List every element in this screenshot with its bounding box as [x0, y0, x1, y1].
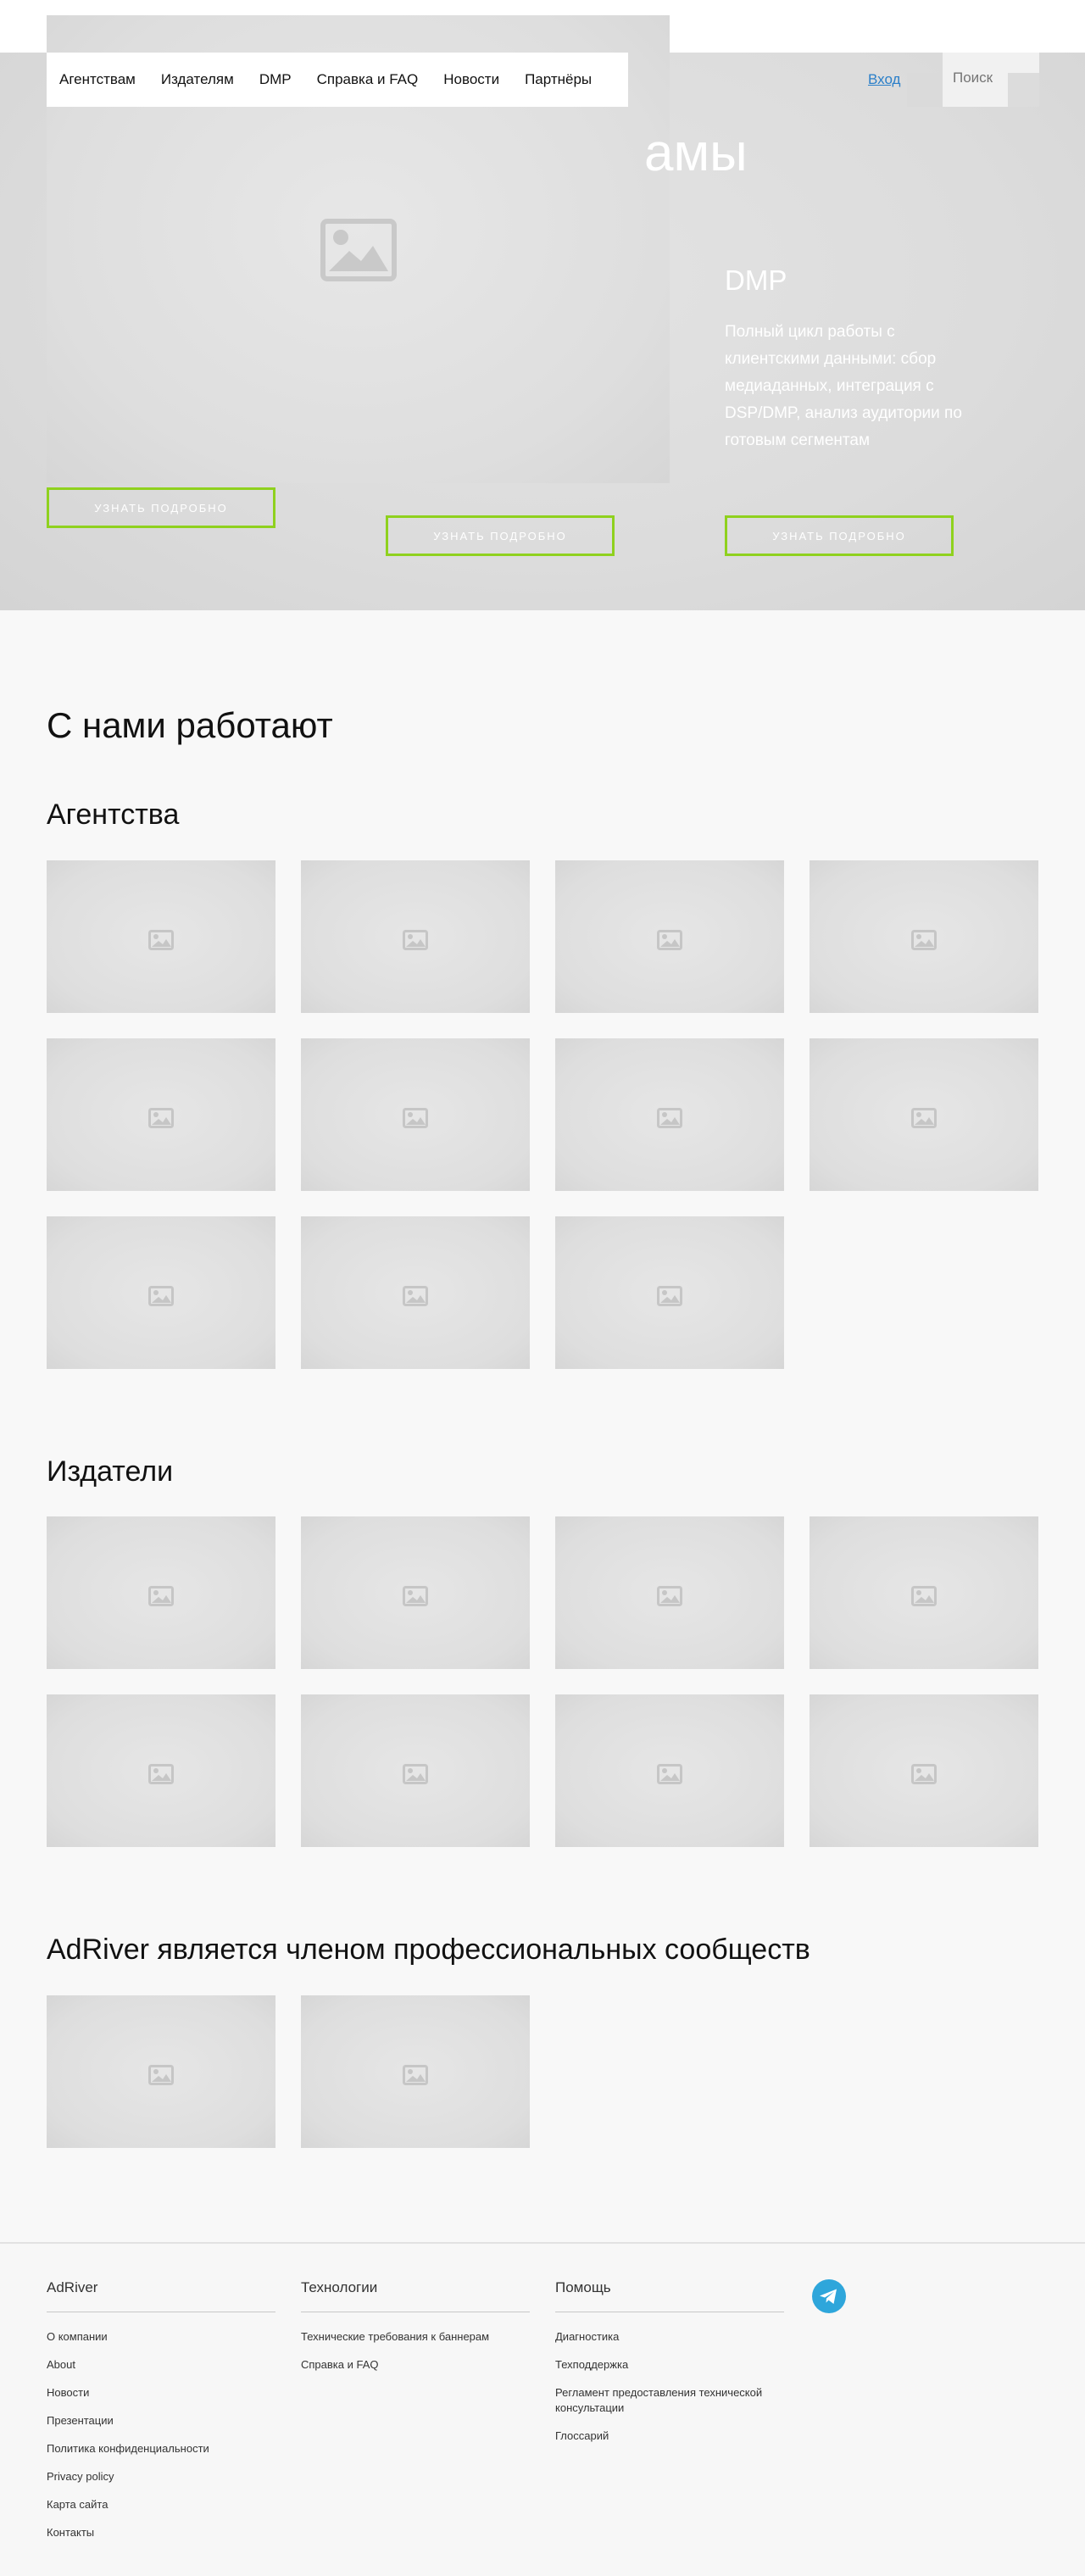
partner-logo-card[interactable] [301, 1216, 530, 1369]
partner-logo-card[interactable] [301, 1694, 530, 1847]
footer-link[interactable]: Глоссарий [555, 2429, 784, 2444]
partner-logo-card[interactable] [47, 1038, 275, 1191]
image-placeholder-icon [403, 1764, 428, 1784]
publishers-grid [47, 1516, 1038, 1847]
footer-link[interactable]: Новости [47, 2385, 275, 2401]
nav-item-partners[interactable]: Партнёры [525, 71, 592, 88]
footer-link[interactable]: Политика конфиденциальности [47, 2441, 275, 2456]
partner-logo-card[interactable] [301, 1995, 530, 2148]
nav-item-help-faq[interactable]: Справка и FAQ [317, 71, 419, 88]
footer-column-adriver: AdRiver О компании About Новости Презентаци… [47, 2279, 275, 2553]
image-placeholder-icon [911, 1108, 937, 1128]
footer-link[interactable]: Диагностика [555, 2329, 784, 2345]
dmp-description: Полный цикл работы с клиентскими данными… [725, 323, 962, 449]
footer-column-title: AdRiver [47, 2279, 275, 2312]
nav-item-agencies[interactable]: Агентствам [59, 71, 136, 88]
partner-logo-card[interactable] [47, 1516, 275, 1669]
partner-logo-card[interactable] [301, 1516, 530, 1669]
partner-logo-card[interactable] [301, 860, 530, 1013]
image-placeholder-icon [148, 2065, 174, 2085]
footer-link[interactable]: About [47, 2357, 275, 2373]
image-placeholder-icon [148, 930, 174, 950]
partner-logo-card[interactable] [47, 860, 275, 1013]
main-nav: Агентствам Издателям DMP Справка и FAQ Н… [47, 53, 628, 107]
footer-link[interactable]: Справка и FAQ [301, 2357, 530, 2373]
dmp-title: DMP [725, 264, 787, 296]
partner-logo-card[interactable] [810, 1694, 1038, 1847]
partner-logo-card[interactable] [47, 1216, 275, 1369]
partner-logo-card[interactable] [47, 1694, 275, 1847]
footer-link[interactable]: Карта сайта [47, 2497, 275, 2512]
nav-item-news[interactable]: Новости [443, 71, 499, 88]
image-placeholder-icon [403, 2065, 428, 2085]
image-placeholder-icon [403, 1586, 428, 1606]
footer-column-technologies: Технологии Технические требования к банн… [301, 2279, 530, 2385]
telegram-icon[interactable] [812, 2279, 846, 2313]
footer-link[interactable]: О компании [47, 2329, 275, 2345]
image-placeholder-icon [148, 1764, 174, 1784]
learn-more-button-1[interactable]: Узнать подробно [47, 487, 275, 528]
communities-grid [47, 1995, 1038, 2148]
partner-logo-card[interactable] [555, 860, 784, 1013]
footer-column-help: Помощь Диагностика Техподдержка Регламент … [555, 2279, 784, 2456]
footer-link[interactable]: Privacy policy [47, 2469, 275, 2484]
image-placeholder-icon [403, 1108, 428, 1128]
partner-logo-card[interactable] [555, 1216, 784, 1369]
footer-links: Технические требования к баннерам Справка… [301, 2329, 530, 2373]
partner-logo-card[interactable] [810, 1038, 1038, 1191]
partner-logo-card[interactable] [47, 1995, 275, 2148]
footer-links: О компании About Новости Презентации Политик… [47, 2329, 275, 2540]
image-placeholder-icon [657, 1286, 682, 1306]
image-placeholder-icon [148, 1586, 174, 1606]
image-placeholder-icon [657, 1586, 682, 1606]
agencies-grid [47, 860, 1038, 1369]
publishers-title: Издатели [47, 1455, 174, 1488]
image-placeholder-icon [320, 219, 397, 281]
image-placeholder-icon [403, 930, 428, 950]
image-placeholder-icon [911, 930, 937, 950]
footer-link[interactable]: Контакты [47, 2525, 275, 2540]
partner-logo-card[interactable] [301, 1038, 530, 1191]
partner-logo-card[interactable] [810, 860, 1038, 1013]
image-placeholder-icon [148, 1286, 174, 1306]
image-placeholder-icon [657, 930, 682, 950]
nav-item-publishers[interactable]: Издателям [161, 71, 234, 88]
nav-item-dmp[interactable]: DMP [259, 71, 292, 88]
login-link[interactable]: Вход [868, 71, 900, 88]
partners-title: С нами работают [47, 705, 333, 745]
footer-column-title: Помощь [555, 2279, 784, 2312]
partner-logo-card[interactable] [555, 1694, 784, 1847]
footer-link[interactable]: Техподдержка [555, 2357, 784, 2373]
partner-logo-card[interactable] [555, 1516, 784, 1669]
partner-logo-card[interactable] [555, 1038, 784, 1191]
image-placeholder-icon [403, 1286, 428, 1306]
footer-link[interactable]: Регламент предоставления технической кон… [555, 2385, 784, 2416]
image-placeholder-icon [657, 1764, 682, 1784]
learn-more-button-3[interactable]: Узнать подробно [725, 515, 954, 556]
footer: AdRiver О компании About Новости Презентаци… [0, 2242, 1085, 2576]
footer-link[interactable]: Технические требования к баннерам [301, 2329, 530, 2345]
agencies-title: Агентства [47, 798, 180, 831]
image-placeholder-icon [911, 1764, 937, 1784]
communities-title: AdRiver является членом профессиональных… [47, 1933, 810, 1966]
search-box [907, 53, 1039, 107]
search-input[interactable] [943, 70, 1008, 86]
image-placeholder-icon [911, 1586, 937, 1606]
image-placeholder-icon [657, 1108, 682, 1128]
footer-column-title: Технологии [301, 2279, 530, 2312]
image-placeholder-icon [148, 1108, 174, 1128]
hero-title-fragment: амы [644, 124, 748, 182]
footer-link[interactable]: Презентации [47, 2413, 275, 2429]
partner-logo-card[interactable] [810, 1516, 1038, 1669]
learn-more-button-2[interactable]: Узнать подробно [386, 515, 615, 556]
footer-links: Диагностика Техподдержка Регламент предост… [555, 2329, 784, 2444]
telegram-plane-icon [820, 2289, 837, 2304]
